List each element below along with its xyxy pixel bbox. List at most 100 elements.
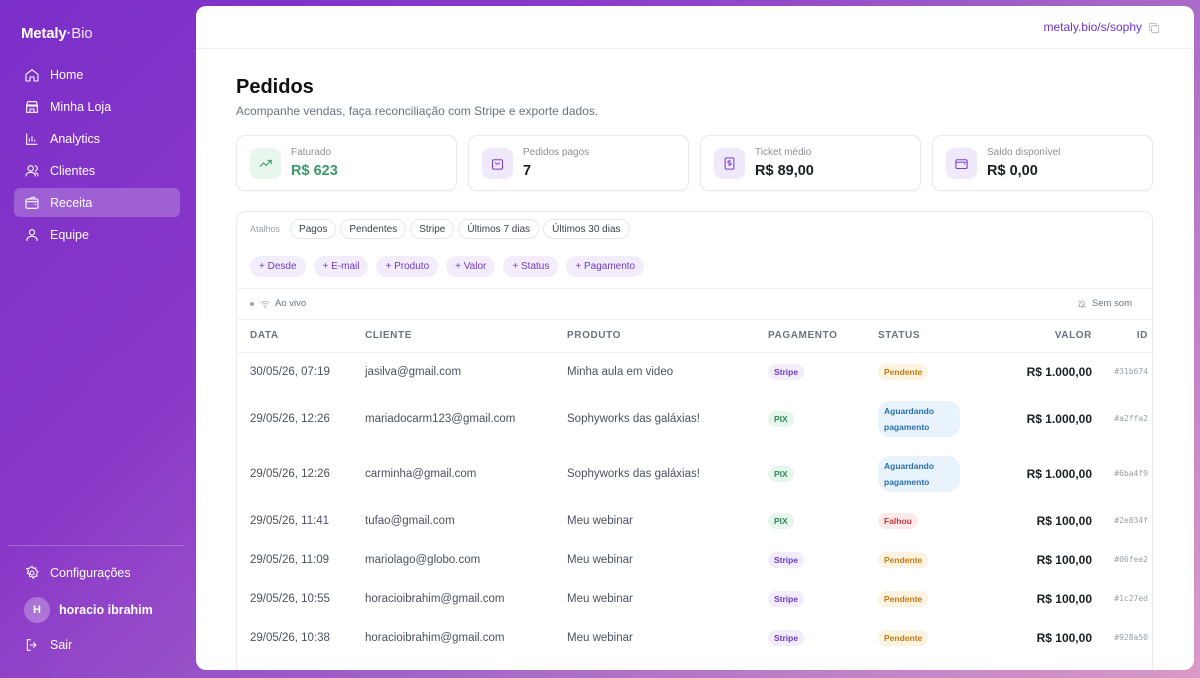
sidebar-item-label: Analytics bbox=[50, 131, 101, 146]
stat-label: Saldo disponível bbox=[987, 147, 1061, 158]
table-header-row: DATA CLIENTE PRODUTO PAGAMENTO STATUS VA… bbox=[237, 320, 1154, 353]
cell-cliente: jasilva@gmail.com bbox=[365, 365, 462, 378]
cell-id: #1c27ed bbox=[1114, 594, 1148, 603]
shortcut-30-dias[interactable]: Últimos 30 dias bbox=[543, 219, 630, 239]
sidebar-item-label: Clientes bbox=[50, 163, 96, 178]
sidebar-item-label: Minha Loja bbox=[50, 99, 112, 114]
home-icon bbox=[25, 68, 39, 82]
cell-id: #06fee2 bbox=[1114, 555, 1148, 564]
status-dot bbox=[250, 301, 254, 306]
cell-status: Aguardando pagamento bbox=[878, 391, 988, 446]
col-pagamento[interactable]: PAGAMENTO bbox=[768, 320, 878, 353]
table-row[interactable]: 29/05/26, 11:09 mariolago@globo.com Meu we… bbox=[237, 540, 1154, 579]
col-data[interactable]: DATA bbox=[237, 320, 365, 353]
stat-value: 7 bbox=[523, 163, 532, 179]
cell-id: #6ba4f9 bbox=[1114, 469, 1148, 478]
cell-pagamento: PIX bbox=[768, 501, 878, 540]
table-row[interactable]: 29/05/26, 12:26 carminha@gmail.com Sophywo… bbox=[237, 446, 1154, 501]
mute-toggle[interactable]: Sem som bbox=[1077, 298, 1132, 309]
sidebar-item-clientes[interactable]: Clientes bbox=[14, 156, 180, 185]
bell-off-icon bbox=[1077, 299, 1086, 308]
table-row[interactable]: 29/05/26, 10:55 horacioibrahim@gmail.com M… bbox=[237, 579, 1154, 618]
col-status[interactable]: STATUS bbox=[878, 320, 988, 353]
shortcuts-bar: Atalhos Pagos Pendentes Stripe Últimos 7… bbox=[250, 219, 630, 239]
cell-cliente: horacioibrahim@gmail.com bbox=[365, 631, 505, 644]
col-cliente[interactable]: CLIENTE bbox=[365, 320, 567, 353]
filter-produto[interactable]: + Produto bbox=[376, 256, 439, 277]
logout-link[interactable]: Sair bbox=[14, 630, 184, 659]
cell-valor: R$ 1.000,00 bbox=[1026, 364, 1092, 379]
cell-produto: Sophyworks das galáxias! bbox=[567, 467, 700, 480]
table-row[interactable]: 29/05/26, 11:41 tufao@gmail.com Meu webina… bbox=[237, 501, 1154, 540]
sidebar-item-receita[interactable]: Receita bbox=[14, 188, 180, 217]
users-icon bbox=[25, 164, 39, 176]
stat-value: R$ 89,00 bbox=[755, 163, 814, 179]
filter-email[interactable]: + E-mail bbox=[313, 256, 369, 277]
cell-cliente: mariolago@globo.com bbox=[365, 553, 481, 566]
copy-icon[interactable] bbox=[1147, 21, 1161, 35]
cell-pagamento: Stripe bbox=[768, 352, 878, 391]
shortcut-pagos[interactable]: Pagos bbox=[290, 219, 337, 239]
col-id[interactable]: ID bbox=[1092, 320, 1154, 353]
cell-status: Pendente bbox=[878, 579, 988, 618]
public-site-link[interactable]: metaly.bio/s/sophy bbox=[1044, 20, 1143, 34]
cell-data: 29/05/26, 12:26 bbox=[250, 412, 330, 425]
sidebar-footer: Configurações H horacio ibrahim Sair bbox=[14, 558, 184, 667]
sidebar-item-equipe[interactable]: Equipe bbox=[14, 220, 180, 249]
table-row[interactable]: 30/05/26, 07:19 jasilva@gmail.com Minha au… bbox=[237, 352, 1154, 391]
stats-row: Faturado R$ 623 Pedidos pagos 7 Ticket m… bbox=[236, 135, 1153, 191]
cell-produto: Meu webinar bbox=[567, 592, 633, 605]
live-label: Ao vivo bbox=[275, 298, 307, 309]
cell-valor: R$ 1.000,00 bbox=[1026, 411, 1092, 426]
cell-data: 29/05/26, 11:09 bbox=[250, 553, 330, 566]
shortcut-stripe[interactable]: Stripe bbox=[410, 219, 455, 239]
orders-panel: Atalhos Pagos Pendentes Stripe Últimos 7… bbox=[236, 211, 1154, 670]
live-indicator: Ao vivo bbox=[250, 298, 306, 309]
shopping-bag-icon bbox=[482, 148, 513, 179]
cell-id: #928a50 bbox=[1114, 633, 1148, 642]
cell-status: Pendente bbox=[878, 540, 988, 579]
col-valor[interactable]: VALOR bbox=[988, 320, 1092, 353]
filter-desde[interactable]: + Desde bbox=[250, 256, 306, 277]
user-profile[interactable]: H horacio ibrahim bbox=[14, 595, 184, 625]
table-row[interactable]: 29/05/26, 12:26 mariadocarm123@gmail.com S… bbox=[237, 391, 1154, 446]
status-badge: Pendente bbox=[878, 363, 929, 380]
sidebar-item-label: Receita bbox=[50, 195, 93, 210]
stat-card-pedidos-pagos: Pedidos pagos 7 bbox=[468, 135, 689, 191]
shortcut-pendentes[interactable]: Pendentes bbox=[340, 219, 407, 239]
cell-valor: R$ 100,00 bbox=[1036, 552, 1092, 567]
stat-value: R$ 623 bbox=[291, 163, 338, 179]
status-badge: Pendente bbox=[878, 551, 929, 568]
sidebar-item-home[interactable]: Home bbox=[14, 60, 180, 89]
stat-label: Pedidos pagos bbox=[523, 147, 590, 158]
orders-table-body: 30/05/26, 07:19 jasilva@gmail.com Minha au… bbox=[237, 352, 1154, 657]
sidebar: Metaly·Bio Home Minha Loja Analytics Cli… bbox=[0, 0, 196, 678]
cell-produto: Sophyworks das galáxias! bbox=[567, 412, 700, 425]
stat-card-saldo: Saldo disponível R$ 0,00 bbox=[932, 135, 1153, 191]
cell-status: Pendente bbox=[878, 352, 988, 391]
receipt-icon bbox=[714, 148, 745, 179]
sidebar-item-minha-loja[interactable]: Minha Loja bbox=[14, 92, 180, 121]
sidebar-item-label: Home bbox=[50, 67, 84, 82]
topbar: metaly.bio/s/sophy bbox=[196, 6, 1194, 49]
cell-produto: Minha aula em video bbox=[567, 365, 674, 378]
settings-link[interactable]: Configurações bbox=[14, 558, 184, 587]
col-produto[interactable]: PRODUTO bbox=[567, 320, 768, 353]
filter-status[interactable]: + Status bbox=[503, 256, 559, 277]
payment-badge: Stripe bbox=[768, 551, 805, 568]
filter-pagamento[interactable]: + Pagamento bbox=[566, 256, 645, 277]
sidebar-item-analytics[interactable]: Analytics bbox=[14, 124, 180, 153]
store-icon bbox=[26, 100, 38, 113]
status-badge: Aguardando pagamento bbox=[878, 400, 960, 437]
stat-card-faturado: Faturado R$ 623 bbox=[236, 135, 457, 191]
cell-pagamento: Stripe bbox=[768, 618, 878, 657]
shortcut-7-dias[interactable]: Últimos 7 dias bbox=[458, 219, 540, 239]
table-row[interactable]: 29/05/26, 10:38 horacioibrahim@gmail.com M… bbox=[237, 618, 1154, 657]
filter-valor[interactable]: + Valor bbox=[446, 256, 496, 277]
cell-pagamento: Stripe bbox=[768, 579, 878, 618]
brand-logo[interactable]: Metaly·Bio bbox=[21, 25, 93, 42]
cell-status: Aguardando pagamento bbox=[878, 446, 988, 501]
cell-data: 29/05/26, 12:26 bbox=[250, 467, 330, 480]
stat-card-ticket-medio: Ticket médio R$ 89,00 bbox=[700, 135, 921, 191]
logout-label: Sair bbox=[50, 637, 73, 652]
